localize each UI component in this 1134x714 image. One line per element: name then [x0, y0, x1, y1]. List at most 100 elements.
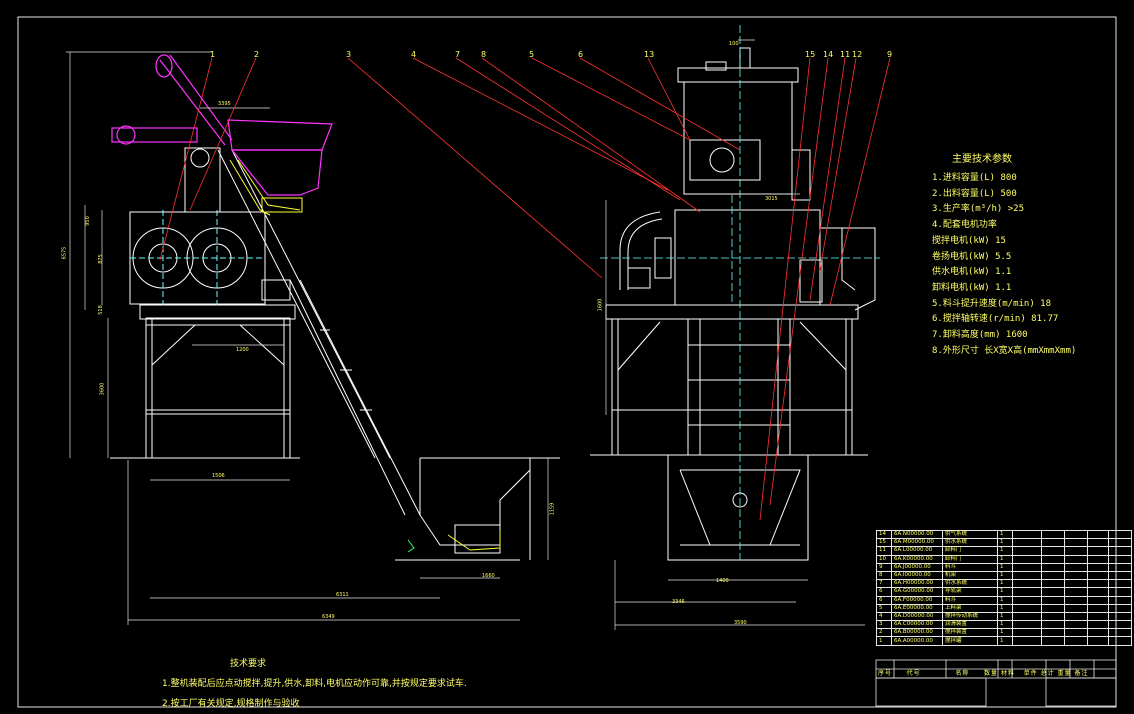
bom-cell: 1 [876, 636, 892, 646]
param-row: 7.卸料高度(mm) 1600 [932, 330, 1028, 341]
bom-cell [1012, 587, 1042, 597]
technical-parameters: 主要技术参数 1.进料容量(L) 800 2.出料容量(L) 500 3.生产率… [932, 150, 1122, 359]
dim-leg-span: 1506 [212, 473, 225, 479]
bom-cell [1064, 538, 1088, 548]
bom-row: 3 6A.C00000.00 润滑装置 1 [876, 620, 1132, 630]
bom-cell [1012, 579, 1042, 589]
bom-cell [1108, 538, 1132, 548]
bom-cell [1064, 579, 1088, 589]
bom-cell [1064, 636, 1088, 646]
bom-cell: 1 [997, 603, 1013, 613]
dim-hopper-h: 1159 [549, 502, 556, 516]
bom-cell: 6A.H00000.00 [891, 579, 943, 589]
bom-cell: 6A.M00000.00 [891, 538, 943, 548]
callout-12: 12 [852, 50, 863, 59]
bom-cell [1041, 562, 1065, 572]
bom-cell [1087, 620, 1109, 630]
bom-cell [1012, 562, 1042, 572]
dim-h-frame: 3600 [99, 382, 106, 396]
hdr-name: 名称 [955, 670, 970, 677]
dim-side-w3: 3590 [734, 620, 747, 626]
dim-top-width: 3395 [218, 101, 231, 107]
callout-6: 6 [578, 50, 584, 59]
bom-cell [1108, 546, 1132, 556]
bom-cell: 6A.G00000.00 [891, 587, 943, 597]
bom-cell [1012, 603, 1042, 613]
param-row: 4.配套电机功率 [932, 220, 997, 231]
bom-cell: 4 [876, 611, 892, 622]
bom-cell: 料斗 [942, 595, 998, 605]
bom-cell: 搅拌装置 [942, 628, 998, 638]
bom-cell: 6A.L00000.00 [891, 546, 943, 556]
bill-of-materials: 14 6A.N00000.00 供气系统 1 15 6A.M00000.00 供水系统 1 11… [876, 529, 1132, 646]
bom-cell: 搅拌罐 [942, 636, 998, 646]
bom-cell [1041, 611, 1065, 622]
bom-cell [1064, 562, 1088, 572]
bom-cell [1012, 611, 1042, 622]
callout-3: 3 [346, 50, 352, 59]
dim-h-mid: 875 [97, 254, 104, 264]
bom-cell: 1 [997, 562, 1013, 572]
bom-cell: 润滑装置 [942, 620, 998, 630]
bom-cell [1108, 554, 1132, 564]
dim-h-low: 518 [97, 305, 104, 315]
bom-cell [1087, 603, 1109, 613]
bom-cell [1108, 579, 1132, 589]
hdr-total: 总计 [1040, 670, 1055, 677]
bom-cell: 14 [876, 529, 892, 540]
bom-cell: 卸料门 [942, 554, 998, 564]
bom-cell [1087, 587, 1109, 597]
bom-cell [1041, 636, 1065, 646]
hdr-qty: 数量 [984, 670, 999, 677]
feed-hopper [111, 54, 333, 196]
bom-cell [1012, 538, 1042, 548]
bom-cell [1012, 546, 1042, 556]
bom-cell [1108, 611, 1132, 622]
note-item: 1.整机装配后应点动搅拌,提升,供水,卸料,电机应动作可靠,并按规定要求试车. [162, 679, 467, 689]
note-item: 2.按工厂有关规定,规格制作与验收 [162, 699, 300, 709]
callout-1: 1 [210, 50, 216, 59]
bom-cell: 2 [876, 628, 892, 638]
bom-cell: 7 [876, 579, 892, 589]
bom-cell: 导轨架 [942, 587, 998, 597]
callout-8: 8 [481, 50, 487, 59]
bom-cell [1041, 628, 1065, 638]
hdr-weight: 重量 [1057, 670, 1072, 677]
bom-cell [1087, 579, 1109, 589]
hdr-no: 序号 [878, 670, 893, 677]
bom-cell: 15 [876, 538, 892, 548]
bom-row: 8 6A.I00000.00 机架 1 [876, 570, 1132, 581]
bom-row: 5 6A.E00000.00 上料架 1 [876, 603, 1132, 613]
bom-cell [1012, 554, 1042, 564]
dim-len2: 6349 [322, 614, 335, 620]
bom-cell [1012, 620, 1042, 630]
dim-h-total: 6575 [61, 246, 68, 260]
bom-cell [1064, 595, 1088, 605]
dim-h-tank: 1600 [597, 298, 604, 312]
technical-requirements: 技术要求 1.整机装配后应点动搅拌,提升,供水,卸料,电机应动作可靠,并按规定要… [162, 654, 467, 714]
bom-cell [1012, 636, 1042, 646]
bom-cell: 6A.F00000.00 [891, 595, 943, 605]
hdr-material: 材料 [1000, 670, 1015, 677]
dim-side-w2: 3346 [672, 599, 685, 605]
param-row: 5.料斗提升速度(m/min) 18 [932, 298, 1052, 309]
callout-4: 4 [411, 50, 417, 59]
bom-row: 14 6A.N00000.00 供气系统 1 [876, 529, 1132, 540]
bom-cell: 5 [876, 603, 892, 613]
left-dimensions [66, 51, 549, 625]
dim-len1: 6311 [336, 592, 349, 598]
bom-row: 6 6A.F00000.00 料斗 1 [876, 595, 1132, 605]
bom-cell [1064, 554, 1088, 564]
bom-row: 10 6A.K00000.00 卸料门 1 [876, 554, 1132, 564]
front-elevation-view [110, 147, 560, 561]
bom-cell: 1 [997, 546, 1013, 556]
callout-15: 15 [805, 50, 816, 59]
bom-cell: 搅拌传动系统 [942, 611, 998, 622]
bom-cell [1087, 570, 1109, 581]
param-row: 搅拌电机(kW) 15 [932, 235, 1006, 246]
bom-cell [1087, 636, 1109, 646]
bom-cell: 1 [997, 595, 1013, 605]
callout-5: 5 [529, 50, 535, 59]
bom-cell: 1 [997, 611, 1013, 622]
bom-cell: 8 [876, 570, 892, 581]
